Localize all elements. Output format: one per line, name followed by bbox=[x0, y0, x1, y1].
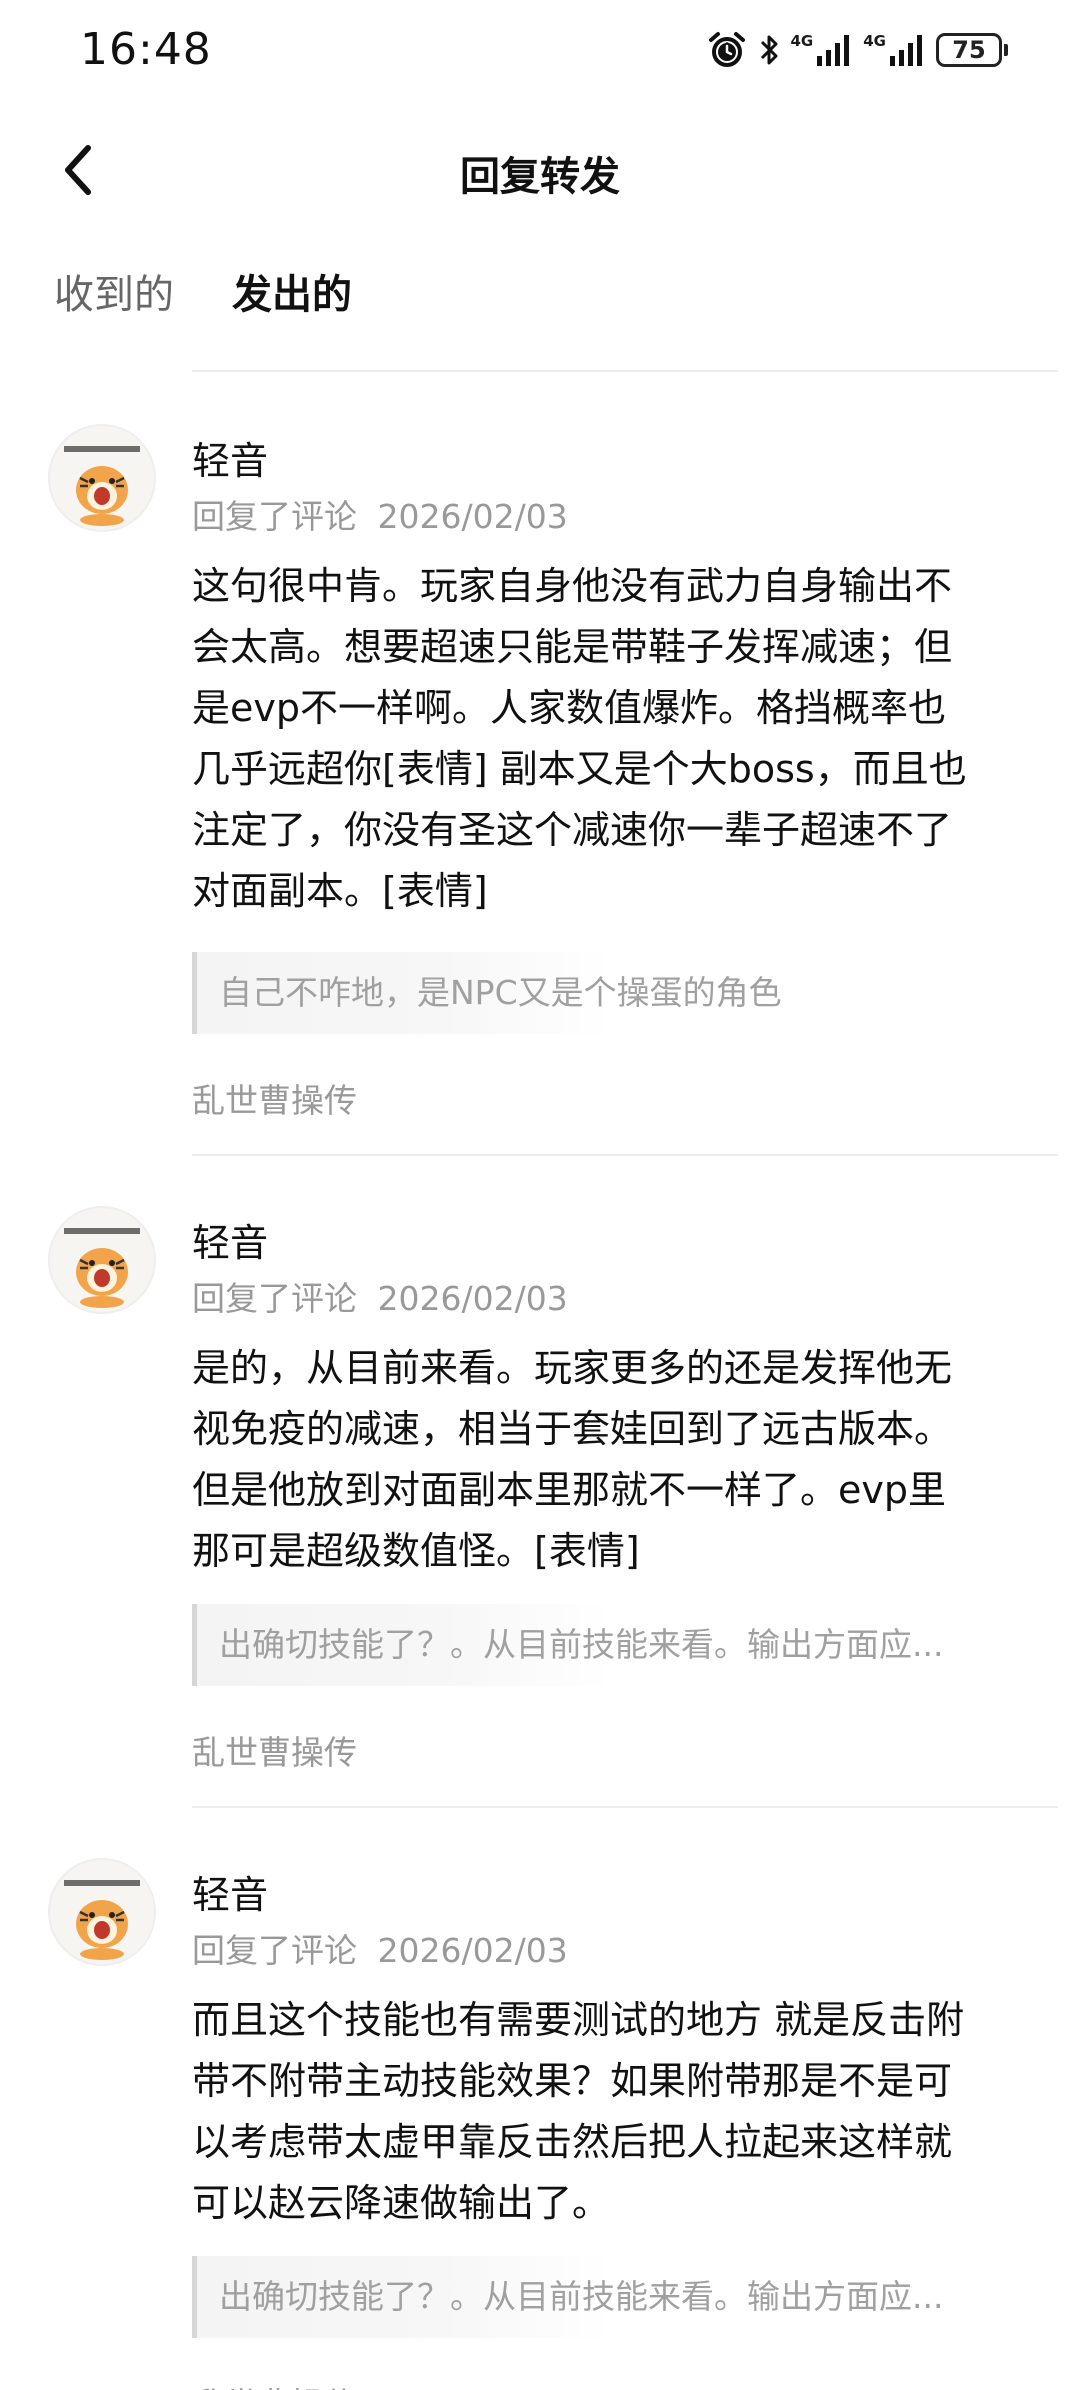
action-text: 回复了评论 bbox=[192, 1931, 357, 1970]
comment-content[interactable]: 是的，从目前来看。玩家更多的还是发挥他无 视免疫的减速，相当于套娃回到了远古版本… bbox=[192, 1338, 1012, 1582]
status-icons: 4G 4G 75 bbox=[707, 28, 1008, 72]
signal-bars-icon bbox=[890, 35, 922, 66]
divider bbox=[192, 370, 1058, 372]
source-title[interactable]: 乱世曹操传 bbox=[192, 1726, 357, 1774]
avatar[interactable] bbox=[48, 424, 156, 532]
list-item[interactable]: 轻音 回复了评论 2026/02/03 是的，从目前来看。玩家更多的还是发挥他无… bbox=[0, 1206, 1080, 1786]
timestamp: 2026/02/03 bbox=[377, 497, 568, 536]
divider bbox=[192, 1154, 1058, 1156]
tab-received[interactable]: 收到的 bbox=[54, 262, 174, 320]
page-title: 回复转发 bbox=[460, 154, 620, 200]
timestamp: 2026/02/03 bbox=[377, 1931, 568, 1970]
quoted-comment[interactable]: 自己不咋地，是NPC又是个操蛋的角色 bbox=[192, 952, 782, 1034]
battery-indicator: 75 bbox=[936, 33, 1008, 67]
divider bbox=[192, 1806, 1058, 1808]
avatar[interactable] bbox=[48, 1206, 156, 1314]
user-name[interactable]: 轻音 bbox=[192, 430, 268, 485]
status-time: 16:48 bbox=[80, 24, 212, 75]
user-name[interactable]: 轻音 bbox=[192, 1864, 268, 1919]
source-title[interactable]: 乱世曹操传 bbox=[192, 1074, 357, 1122]
tiger-avatar-icon bbox=[64, 1880, 140, 1960]
cellular-signal-2: 4G bbox=[863, 32, 926, 68]
user-name[interactable]: 轻音 bbox=[192, 1212, 268, 1267]
battery-level: 75 bbox=[936, 33, 1002, 67]
comment-content[interactable]: 而且这个技能也有需要测试的地方 就是反击附 带不附带主动技能效果？如果附带那是不… bbox=[192, 1990, 1012, 2234]
network-type-label: 4G bbox=[790, 32, 814, 50]
comment-meta: 回复了评论 2026/02/03 bbox=[192, 1924, 568, 1972]
comment-meta: 回复了评论 2026/02/03 bbox=[192, 1272, 568, 1320]
comment-content[interactable]: 这句很中肯。玩家自身他没有武力自身输出不 会太高。想要超速只能是带鞋子发挥减速；… bbox=[192, 556, 1012, 922]
action-text: 回复了评论 bbox=[192, 497, 357, 536]
screen: 16:48 4G 4G 75 回复转发 收到的 发出的 轻音 回复了评论 202… bbox=[0, 0, 1080, 2390]
cellular-signal-1: 4G bbox=[791, 32, 854, 68]
avatar[interactable] bbox=[48, 1858, 156, 1966]
quoted-comment[interactable]: 出确切技能了？。从目前技能来看。输出方面应... bbox=[192, 2256, 943, 2338]
status-bar: 16:48 4G 4G 75 bbox=[0, 0, 1080, 100]
header: 回复转发 bbox=[0, 120, 1080, 220]
tab-sent[interactable]: 发出的 bbox=[232, 262, 352, 320]
list-item[interactable]: 轻音 回复了评论 2026/02/03 这句很中肯。玩家自身他没有武力自身输出不… bbox=[0, 424, 1080, 1124]
action-text: 回复了评论 bbox=[192, 1279, 357, 1318]
timestamp: 2026/02/03 bbox=[377, 1279, 568, 1318]
quoted-comment[interactable]: 出确切技能了？。从目前技能来看。输出方面应... bbox=[192, 1604, 943, 1686]
list-item[interactable]: 轻音 回复了评论 2026/02/03 而且这个技能也有需要测试的地方 就是反击… bbox=[0, 1858, 1080, 2390]
network-type-label: 4G bbox=[863, 32, 886, 50]
alarm-icon bbox=[708, 32, 745, 67]
bluetooth-icon bbox=[760, 35, 777, 65]
battery-tip bbox=[1004, 44, 1008, 56]
comment-meta: 回复了评论 2026/02/03 bbox=[192, 490, 568, 538]
signal-bars-icon bbox=[817, 35, 850, 66]
tiger-avatar-icon bbox=[64, 1228, 140, 1308]
source-title[interactable]: 乱世曹操传 bbox=[192, 2378, 357, 2390]
tab-bar: 收到的 发出的 bbox=[0, 262, 1080, 332]
tiger-avatar-icon bbox=[64, 446, 140, 526]
